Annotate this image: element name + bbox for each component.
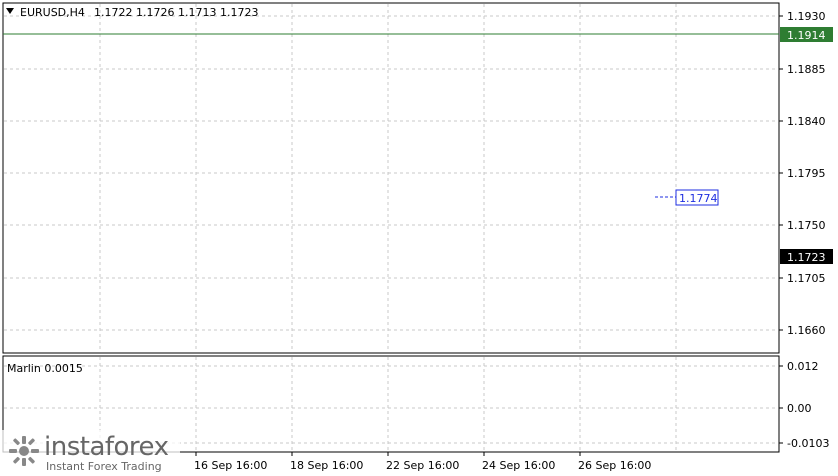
price-tick: 1.1795 xyxy=(787,167,826,180)
price-tick: 1.1660 xyxy=(787,324,826,337)
symbol-label: EURUSD,H4 xyxy=(20,6,85,19)
indicator-axis[interactable]: 0.012 0.00 -0.0103 xyxy=(779,360,829,450)
indicator-tick: 0.012 xyxy=(787,360,819,373)
price-tick: 1.1885 xyxy=(787,63,826,76)
price-axis[interactable]: 1.1930 1.1885 1.1840 1.1795 1.1750 1.170… xyxy=(779,10,826,337)
price-tick: 1.1750 xyxy=(787,219,826,232)
price-tick: 1.1840 xyxy=(787,115,826,128)
price-tick: 1.1705 xyxy=(787,272,826,285)
ohlc-label: 1.1722 1.1726 1.1713 1.1723 xyxy=(94,6,258,19)
time-label: 22 Sep 16:00 xyxy=(386,459,459,472)
chart-window[interactable]: EURUSD,H4 1.1722 1.1726 1.1713 1.1723 Ma… xyxy=(0,0,838,476)
indicator-tick: 0.00 xyxy=(787,402,812,415)
indicator-tick: -0.0103 xyxy=(787,437,829,450)
time-label: 18 Sep 16:00 xyxy=(290,459,363,472)
broker-watermark: instaforex Instant Forex Trading xyxy=(0,430,180,476)
chart-title: EURUSD,H4 1.1722 1.1726 1.1713 1.1723 xyxy=(6,6,258,19)
time-axis[interactable]: 16 Sep 16:00 18 Sep 16:00 22 Sep 16:00 2… xyxy=(194,452,651,472)
price-pane[interactable] xyxy=(2,2,780,354)
chart-canvas[interactable]: EURUSD,H4 1.1722 1.1726 1.1713 1.1723 Ma… xyxy=(0,0,838,476)
watermark-tagline: Instant Forex Trading xyxy=(46,460,162,473)
level-price-tag: 1.1914 xyxy=(780,27,833,42)
watermark-name: instaforex xyxy=(44,432,169,462)
price-tick: 1.1930 xyxy=(787,10,826,23)
level-price-value: 1.1914 xyxy=(787,29,826,42)
current-price-tag: 1.1723 xyxy=(780,249,833,264)
time-label: 16 Sep 16:00 xyxy=(194,459,267,472)
instaforex-logo-icon xyxy=(9,436,39,466)
time-label: 26 Sep 16:00 xyxy=(578,459,651,472)
current-price-value: 1.1723 xyxy=(787,251,826,264)
indicator-label: Marlin 0.0015 xyxy=(7,362,83,375)
time-label: 24 Sep 16:00 xyxy=(482,459,555,472)
ma-value: 1.1774 xyxy=(679,192,718,205)
